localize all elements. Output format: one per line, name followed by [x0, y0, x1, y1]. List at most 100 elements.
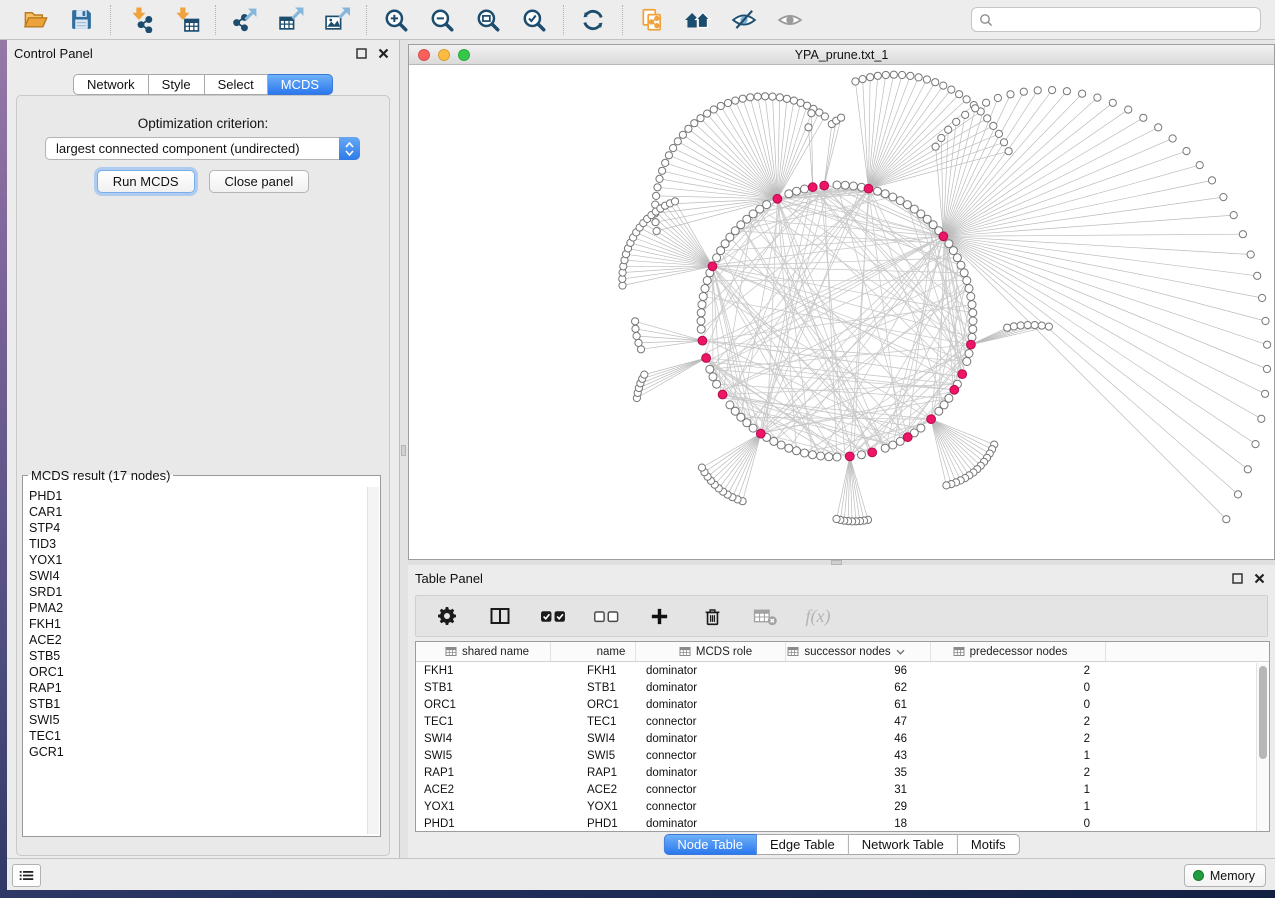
table-cell[interactable]: dominator	[636, 665, 786, 677]
column-header-name[interactable]: name	[551, 642, 636, 661]
table-cell[interactable]: dominator	[636, 733, 786, 745]
import-network-icon[interactable]	[125, 5, 155, 35]
panel-list-icon[interactable]	[12, 864, 41, 887]
table-cell[interactable]: 35	[786, 767, 931, 779]
tab-node-table[interactable]: Node Table	[663, 834, 757, 855]
table-scrollbar-thumb[interactable]	[1259, 666, 1267, 759]
table-cell[interactable]: connector	[636, 750, 786, 762]
criterion-select[interactable]: largest connected component (undirected)	[45, 137, 360, 160]
export-image-icon[interactable]	[322, 5, 352, 35]
save-session-icon[interactable]	[66, 5, 96, 35]
table-cell[interactable]: connector	[636, 801, 786, 813]
table-row[interactable]: ACE2ACE2connector311	[416, 781, 1269, 798]
zoom-selected-icon[interactable]	[519, 5, 549, 35]
mcds-node-item[interactable]: FKH1	[29, 616, 366, 632]
table-cell[interactable]: 0	[931, 818, 1106, 830]
mcds-node-item[interactable]: CAR1	[29, 504, 366, 520]
table-cell[interactable]: 2	[931, 665, 1106, 677]
mcds-node-item[interactable]: GCR1	[29, 744, 366, 760]
table-float-panel-icon[interactable]	[1229, 570, 1245, 586]
table-cell[interactable]: dominator	[636, 767, 786, 779]
mcds-list-scrollbar[interactable]	[367, 487, 379, 834]
column-header-shared-name[interactable]: shared name	[416, 642, 551, 661]
network-window-titlebar[interactable]: YPA_prune.txt_1	[409, 45, 1274, 65]
table-cell[interactable]: 61	[786, 699, 931, 711]
table-cell[interactable]: dominator	[636, 818, 786, 830]
table-close-panel-icon[interactable]	[1251, 570, 1267, 586]
table-cell[interactable]: ACE2	[551, 784, 636, 796]
split-panel-icon[interactable]	[485, 601, 515, 631]
table-row[interactable]: FKH1FKH1dominator962	[416, 662, 1269, 679]
table-cell[interactable]: connector	[636, 784, 786, 796]
column-header-predecessor-nodes[interactable]: predecessor nodes	[931, 642, 1106, 661]
table-cell[interactable]: PHD1	[551, 818, 636, 830]
open-file-icon[interactable]	[20, 5, 50, 35]
network-graph[interactable]	[409, 65, 1274, 559]
table-cell[interactable]: 29	[786, 801, 931, 813]
table-cell[interactable]: SWI4	[416, 733, 551, 745]
network-canvas[interactable]	[409, 65, 1274, 559]
mcds-node-item[interactable]: STB1	[29, 696, 366, 712]
table-cell[interactable]: 43	[786, 750, 931, 762]
table-row[interactable]: TEC1TEC1connector472	[416, 713, 1269, 730]
mcds-node-item[interactable]: TID3	[29, 536, 366, 552]
table-cell[interactable]: 1	[931, 750, 1106, 762]
tab-style[interactable]: Style	[149, 74, 205, 95]
import-table-icon[interactable]	[171, 5, 201, 35]
tab-motifs[interactable]: Motifs	[958, 834, 1020, 855]
column-header-mcds-role[interactable]: MCDS role	[636, 642, 786, 661]
close-panel-icon[interactable]	[375, 45, 391, 61]
table-row[interactable]: SWI4SWI4dominator462	[416, 730, 1269, 747]
mcds-node-item[interactable]: SWI5	[29, 712, 366, 728]
mcds-node-item[interactable]: ACE2	[29, 632, 366, 648]
table-cell[interactable]: ACE2	[416, 784, 551, 796]
table-row[interactable]: YOX1YOX1connector291	[416, 798, 1269, 815]
table-cell[interactable]: 0	[931, 699, 1106, 711]
mcds-node-item[interactable]: STB5	[29, 648, 366, 664]
table-cell[interactable]: SWI5	[551, 750, 636, 762]
deselect-all-icon[interactable]	[591, 601, 621, 631]
table-row[interactable]: SWI5SWI5connector431	[416, 747, 1269, 764]
table-cell[interactable]: 1	[931, 801, 1106, 813]
delete-column-icon[interactable]	[697, 601, 727, 631]
export-table-icon[interactable]	[276, 5, 306, 35]
table-cell[interactable]: ORC1	[551, 699, 636, 711]
zoom-fit-icon[interactable]	[473, 5, 503, 35]
table-cell[interactable]: STB1	[551, 682, 636, 694]
table-row[interactable]: RAP1RAP1dominator352	[416, 764, 1269, 781]
table-cell[interactable]: 0	[931, 682, 1106, 694]
table-cell[interactable]: 2	[931, 767, 1106, 779]
table-cell[interactable]: 31	[786, 784, 931, 796]
add-column-icon[interactable]	[644, 601, 674, 631]
mcds-node-item[interactable]: ORC1	[29, 664, 366, 680]
mcds-node-item[interactable]: YOX1	[29, 552, 366, 568]
table-row[interactable]: STB1STB1dominator620	[416, 679, 1269, 696]
table-settings-icon[interactable]	[432, 601, 462, 631]
table-cell[interactable]: 62	[786, 682, 931, 694]
tab-network-table[interactable]: Network Table	[849, 834, 958, 855]
table-cell[interactable]: 2	[931, 716, 1106, 728]
tab-edge-table[interactable]: Edge Table	[757, 834, 849, 855]
first-neighbors-icon[interactable]	[683, 5, 713, 35]
table-row[interactable]: PHD1PHD1dominator180	[416, 815, 1269, 832]
memory-button[interactable]: Memory	[1184, 864, 1266, 887]
vertical-splitter-handle[interactable]	[401, 445, 406, 456]
table-cell[interactable]: STB1	[416, 682, 551, 694]
table-cell[interactable]: YOX1	[551, 801, 636, 813]
mcds-node-item[interactable]: RAP1	[29, 680, 366, 696]
clone-network-icon[interactable]	[637, 5, 667, 35]
table-cell[interactable]: 46	[786, 733, 931, 745]
mcds-node-item[interactable]: SRD1	[29, 584, 366, 600]
window-maximize-icon[interactable]	[458, 49, 470, 61]
tab-network[interactable]: Network	[73, 74, 149, 95]
mcds-node-item[interactable]: PMA2	[29, 600, 366, 616]
select-all-icon[interactable]	[538, 601, 568, 631]
table-cell[interactable]: RAP1	[551, 767, 636, 779]
table-cell[interactable]: dominator	[636, 682, 786, 694]
column-header-successor-nodes[interactable]: successor nodes	[786, 642, 931, 661]
table-cell[interactable]: 96	[786, 665, 931, 677]
mcds-node-item[interactable]: PHD1	[29, 488, 366, 504]
table-cell[interactable]: YOX1	[416, 801, 551, 813]
table-cell[interactable]: 47	[786, 716, 931, 728]
run-mcds-button[interactable]: Run MCDS	[97, 170, 195, 193]
